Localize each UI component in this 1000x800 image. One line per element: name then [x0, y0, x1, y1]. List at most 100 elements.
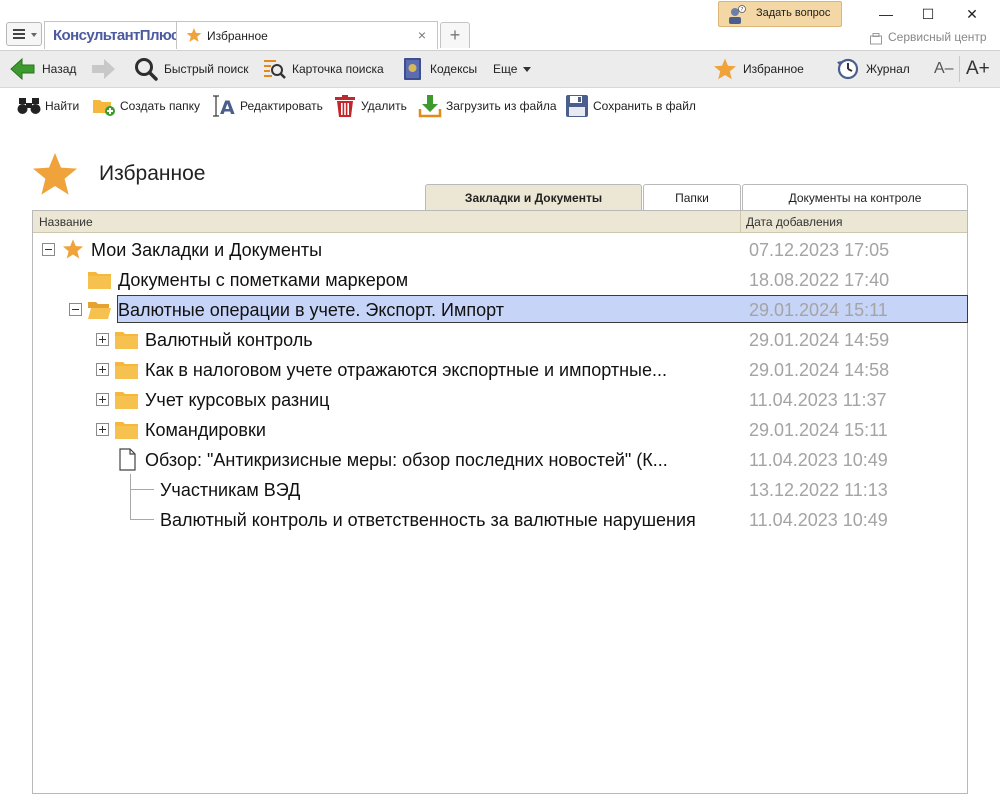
font-larger-button[interactable]: A+ — [966, 56, 990, 82]
expand-toggle[interactable] — [96, 393, 109, 406]
maximize-button[interactable]: ☐ — [914, 4, 942, 24]
service-icon — [870, 33, 882, 45]
service-center-link[interactable]: Сервисный центр — [888, 30, 987, 44]
row-label: Валютный контроль и ответственность за в… — [160, 510, 696, 530]
favorites-label: Избранное — [743, 62, 804, 76]
column-divider[interactable] — [740, 211, 741, 233]
row-date: 29.01.2024 14:58 — [749, 360, 890, 380]
search-card-button[interactable]: Карточка поиска — [262, 56, 384, 82]
edit-button[interactable]: A Редактировать — [212, 92, 323, 120]
column-header-date[interactable]: Дата добавления — [746, 215, 842, 229]
minimize-button[interactable]: — — [872, 4, 900, 24]
column-header-name[interactable]: Название — [39, 215, 93, 229]
consultant-icon: ? — [729, 5, 746, 24]
folder-open-icon — [88, 302, 111, 319]
table-row[interactable]: Мои Закладки и Документы 07.12.2023 17:0… — [33, 236, 967, 264]
new-folder-icon — [93, 100, 115, 116]
table-row[interactable]: Участникам ВЭД 13.12.2022 11:13 — [33, 476, 967, 504]
search-icon — [135, 58, 158, 81]
more-menu-button[interactable]: Еще — [493, 56, 533, 82]
toolbar-divider — [959, 56, 960, 82]
new-tab-button[interactable]: + — [440, 22, 470, 48]
row-label: Валютные операции в учете. Экспорт. Импо… — [118, 300, 504, 320]
folder-icon — [115, 392, 138, 409]
favorites-button[interactable]: Избранное — [713, 56, 804, 82]
folder-icon — [115, 332, 138, 349]
tab-favorites-label: Избранное — [207, 29, 268, 43]
document-icon — [119, 448, 136, 471]
create-folder-button[interactable]: Создать папку — [92, 92, 200, 120]
edit-text-icon: A — [213, 95, 235, 117]
main-menu-button[interactable] — [6, 22, 42, 46]
load-from-file-button[interactable]: Загрузить из файла — [418, 92, 557, 120]
table-row[interactable]: Учет курсовых разниц 11.04.2023 11:37 — [33, 386, 967, 414]
row-label: Учет курсовых разниц — [145, 390, 330, 410]
codes-button[interactable]: Кодексы — [402, 56, 477, 82]
search-card-label: Карточка поиска — [292, 62, 384, 76]
delete-button[interactable]: Удалить — [333, 92, 407, 120]
tab-bookmarks-documents-label: Закладки и Документы — [464, 191, 603, 205]
find-button[interactable]: Найти — [17, 92, 79, 120]
journal-button[interactable]: Журнал — [836, 56, 910, 82]
tab-folders[interactable]: Папки — [643, 184, 741, 211]
back-label: Назад — [42, 62, 77, 76]
page-title: Избранное — [99, 162, 206, 185]
codes-book-icon — [404, 58, 421, 80]
app-logo[interactable]: КонсультантПлюс — [44, 21, 180, 49]
row-label: Командировки — [145, 420, 266, 440]
tab-bookmarks-documents[interactable]: Закладки и Документы — [425, 184, 642, 212]
row-label: Документы с пометками маркером — [118, 270, 409, 290]
font-smaller-button[interactable]: A– — [934, 56, 954, 82]
save-to-file-button[interactable]: Сохранить в файл — [565, 92, 696, 120]
row-label: Участникам ВЭД — [160, 480, 301, 500]
table-row[interactable]: Документы с пометками маркером 18.08.202… — [33, 266, 967, 294]
forward-button[interactable] — [90, 56, 122, 82]
row-date: 11.04.2023 10:49 — [749, 510, 888, 530]
star-icon — [186, 28, 202, 42]
journal-label: Журнал — [866, 62, 910, 76]
chevron-down-icon — [31, 33, 37, 37]
row-date: 07.12.2023 17:05 — [749, 240, 890, 260]
star-icon — [62, 239, 84, 259]
close-tab-icon[interactable]: × — [416, 27, 428, 43]
binoculars-icon — [17, 98, 41, 114]
codes-label: Кодексы — [430, 62, 478, 76]
save-to-file-label: Сохранить в файл — [593, 99, 696, 113]
row-label: Как в налоговом учете отражаются экспорт… — [145, 360, 667, 380]
find-label: Найти — [45, 99, 80, 113]
expand-toggle[interactable] — [96, 333, 109, 346]
row-date: 18.08.2022 17:40 — [749, 270, 890, 290]
folder-icon — [115, 422, 138, 439]
table-row[interactable]: Валютный контроль 29.01.2024 14:59 — [33, 326, 967, 354]
svg-text:?: ? — [741, 7, 744, 13]
table-row[interactable]: Валютный контроль и ответственность за в… — [33, 506, 967, 534]
floppy-save-icon — [566, 95, 588, 117]
arrow-right-icon — [92, 59, 115, 79]
quick-search-label: Быстрый поиск — [164, 62, 249, 76]
row-label: Валютный контроль — [145, 330, 313, 350]
row-date: 11.04.2023 10:49 — [749, 450, 888, 470]
trash-icon — [335, 95, 355, 117]
row-label: Обзор: "Антикризисные меры: обзор послед… — [145, 450, 668, 470]
star-icon — [714, 58, 736, 80]
collapse-toggle[interactable] — [42, 243, 55, 256]
table-row-selected[interactable]: Валютные операции в учете. Экспорт. Импо… — [33, 295, 968, 323]
table-row[interactable]: Командировки 29.01.2024 15:11 — [33, 416, 967, 444]
quick-search-button[interactable]: Быстрый поиск — [134, 56, 248, 82]
tab-documents-on-control[interactable]: Документы на контроле — [742, 184, 968, 211]
expand-toggle[interactable] — [96, 363, 109, 376]
table-row[interactable]: Обзор: "Антикризисные меры: обзор послед… — [33, 446, 967, 474]
folder-icon — [88, 272, 111, 289]
close-button[interactable]: ✕ — [958, 4, 986, 24]
create-folder-label: Создать папку — [120, 99, 200, 113]
load-from-file-label: Загрузить из файла — [446, 99, 557, 113]
table-row[interactable]: Как в налоговом учете отражаются экспорт… — [33, 356, 967, 384]
row-date: 13.12.2022 11:13 — [749, 480, 888, 500]
font-smaller-label: A– — [934, 60, 954, 77]
back-button[interactable]: Назад — [10, 56, 76, 82]
collapse-toggle[interactable] — [69, 303, 82, 316]
expand-toggle[interactable] — [96, 423, 109, 436]
tab-folders-label: Папки — [675, 191, 709, 205]
svg-text:A: A — [220, 97, 235, 117]
row-date: 29.01.2024 15:11 — [749, 420, 888, 440]
